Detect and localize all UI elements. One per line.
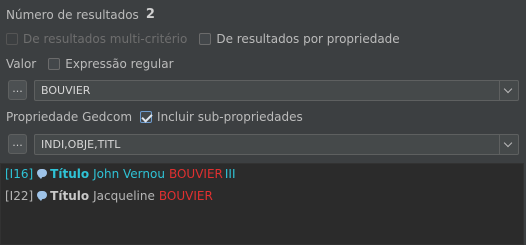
include-sub-properties-label: Incluir sub-propriedades	[157, 110, 303, 124]
result-name: Jacqueline	[93, 189, 155, 203]
result-suffix: III	[224, 167, 236, 181]
result-tag: Título	[50, 189, 90, 203]
search-panel: Número de resultados 2 De resultados mul…	[0, 0, 526, 163]
value-browse-button[interactable]: ...	[8, 80, 27, 100]
note-bubble-icon	[37, 191, 48, 201]
by-property-checkbox[interactable]	[199, 33, 212, 45]
result-name: John Vernou	[93, 167, 165, 181]
result-tag: Título	[50, 167, 90, 181]
results-list: [I16] Título John Vernou BOUVIER III [I2…	[0, 163, 524, 245]
gedcom-property-combobox[interactable]: INDI,OBJE,TITL	[34, 134, 519, 155]
results-count-value: 2	[145, 7, 155, 22]
options-row: De resultados multi-critério De resultad…	[6, 32, 400, 46]
value-combobox-text: BOUVIER	[41, 84, 91, 97]
value-label-row: Valor Expressão regular	[6, 57, 174, 71]
regex-label: Expressão regular	[65, 57, 174, 71]
gedcom-combobox-text: INDI,OBJE,TITL	[41, 138, 121, 151]
by-property-label: De resultados por propriedade	[216, 32, 400, 46]
gedcom-browse-button[interactable]: ...	[8, 134, 27, 154]
results-count-label: Número de resultados	[6, 7, 139, 22]
chevron-down-icon[interactable]	[499, 135, 518, 154]
gedcom-property-label: Propriedade Gedcom	[6, 110, 133, 124]
note-bubble-icon	[37, 169, 48, 179]
results-count-row: Número de resultados 2	[6, 7, 155, 22]
chevron-down-icon[interactable]	[499, 81, 518, 100]
value-combobox[interactable]: BOUVIER	[34, 80, 519, 101]
multi-criteria-label: De resultados multi-critério	[23, 32, 188, 46]
result-match: BOUVIER	[158, 189, 213, 203]
result-item[interactable]: [I22] Título Jacqueline BOUVIER	[5, 189, 213, 203]
include-sub-properties-checkbox[interactable]	[140, 111, 153, 123]
regex-checkbox[interactable]	[48, 58, 61, 70]
result-id: [I16]	[5, 167, 34, 181]
result-match: BOUVIER	[168, 167, 223, 181]
value-label: Valor	[6, 57, 37, 71]
gedcom-label-row: Propriedade Gedcom Incluir sub-proprieda…	[6, 110, 303, 124]
multi-criteria-checkbox[interactable]	[6, 33, 18, 45]
result-id: [I22]	[5, 189, 34, 203]
result-item[interactable]: [I16] Título John Vernou BOUVIER III	[5, 167, 236, 181]
